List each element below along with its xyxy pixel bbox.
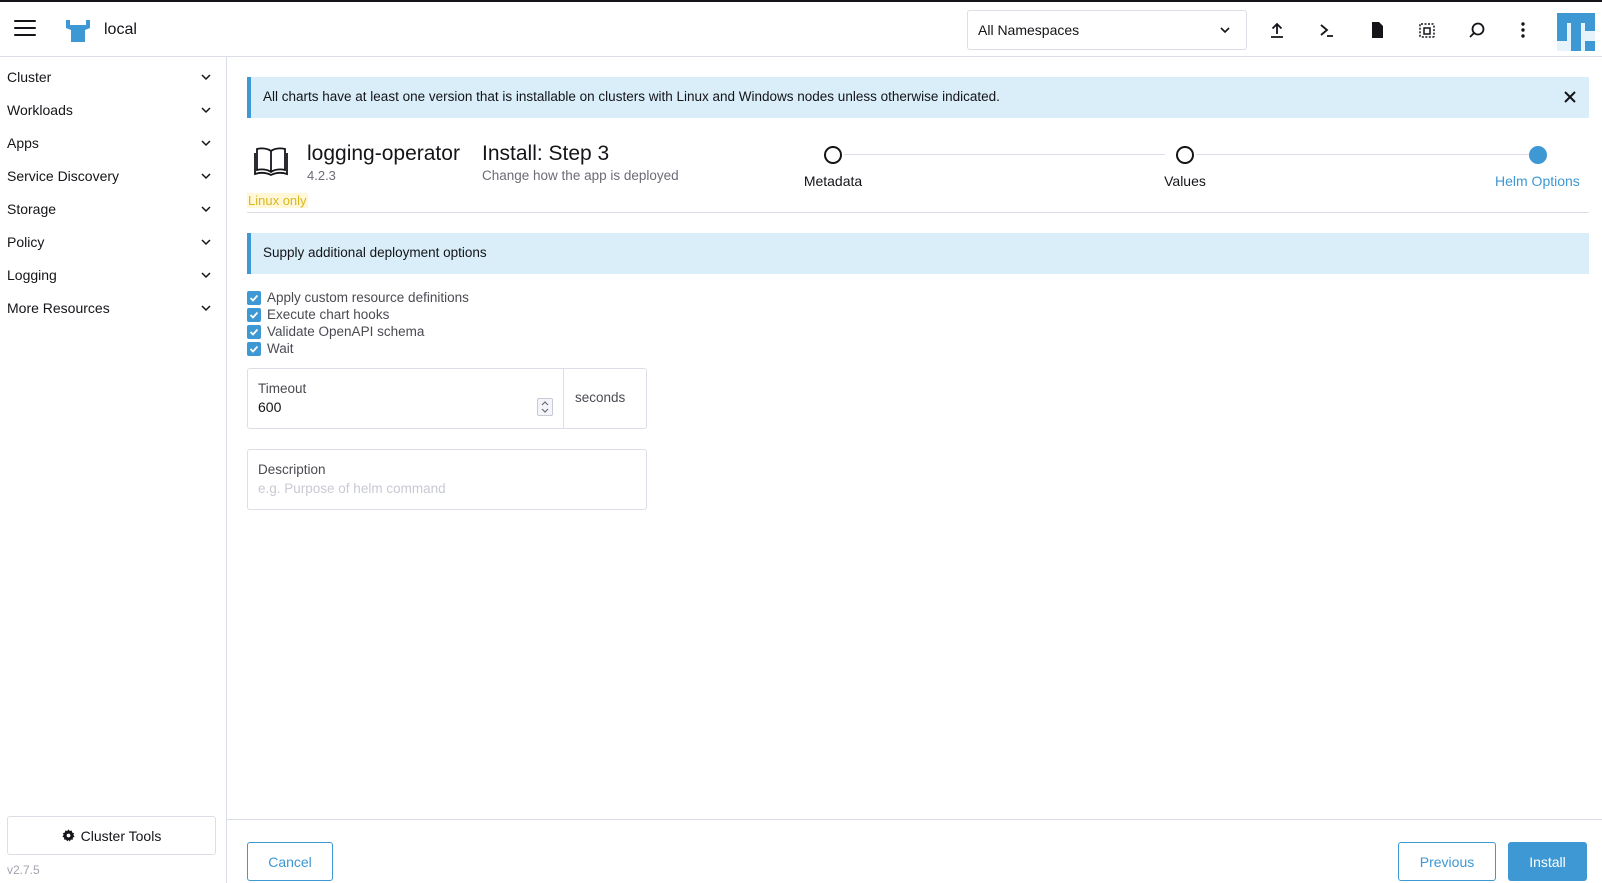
search-icon (1469, 22, 1485, 38)
sidebar-item-label: Workloads (7, 102, 73, 118)
chevron-down-icon (201, 173, 211, 180)
checkbox-label: Execute chart hooks (267, 307, 390, 322)
cluster-logo-icon (66, 20, 90, 42)
import-yaml-button[interactable] (1263, 16, 1291, 44)
sidebar-item-label: Apps (7, 135, 39, 151)
sidebar-item-more-resources[interactable]: More Resources (0, 291, 226, 324)
step-metadata-dot[interactable] (824, 146, 842, 164)
chevron-down-icon (1220, 27, 1230, 34)
copy-icon (1419, 23, 1435, 38)
terminal-icon (1320, 24, 1333, 37)
chevron-down-icon (201, 206, 211, 213)
sidebar-item-policy[interactable]: Policy (0, 225, 226, 258)
top-header: local All Namespaces (0, 0, 1602, 57)
namespace-select-value: All Namespaces (978, 22, 1080, 38)
gear-icon (62, 829, 75, 842)
checkbox-execute-hooks[interactable]: Execute chart hooks (247, 306, 469, 323)
search-button[interactable] (1463, 16, 1491, 44)
step-values-label[interactable]: Values (1164, 173, 1206, 189)
checkbox-wait[interactable]: Wait (247, 340, 469, 357)
description-label: Description (258, 462, 326, 477)
sidebar-item-label: Logging (7, 267, 57, 283)
sidebar-item-service-discovery[interactable]: Service Discovery (0, 159, 226, 192)
kubectl-shell-button[interactable] (1313, 16, 1341, 44)
section-title: Supply additional deployment options (263, 245, 487, 260)
sidebar-item-label: Storage (7, 201, 57, 217)
timeout-field[interactable]: Timeout 600 seconds (247, 368, 647, 429)
timeout-input[interactable]: 600 (258, 399, 281, 415)
namespace-select[interactable]: All Namespaces (967, 10, 1247, 50)
chevron-down-icon (201, 74, 211, 81)
checkbox-checked-icon[interactable] (247, 290, 261, 305)
sidebar-item-label: Service Discovery (7, 168, 120, 184)
step-metadata-label[interactable]: Metadata (804, 173, 862, 189)
checkbox-checked-icon[interactable] (247, 307, 261, 322)
stepper-line (844, 154, 1165, 155)
description-input[interactable]: e.g. Purpose of helm command (258, 481, 446, 496)
header-divider (247, 212, 1589, 213)
upload-icon (1271, 22, 1283, 38)
chevron-down-icon (201, 305, 211, 312)
sidebar-item-label: Cluster (7, 69, 52, 85)
cluster-tools-label: Cluster Tools (80, 827, 162, 844)
timeout-unit: seconds (563, 369, 647, 428)
cluster-name[interactable]: local (104, 21, 137, 39)
stepper-line (1196, 154, 1530, 155)
chevron-down-icon (201, 272, 211, 279)
checkbox-label: Apply custom resource definitions (267, 290, 469, 305)
chart-version: 4.2.3 (307, 168, 336, 183)
step-title: Install: Step 3 (482, 142, 610, 165)
sidebar-item-logging[interactable]: Logging (0, 258, 226, 291)
user-avatar[interactable] (1557, 13, 1595, 51)
checkbox-validate-schema[interactable]: Validate OpenAPI schema (247, 323, 469, 340)
copy-kubeconfig-button[interactable] (1413, 16, 1441, 44)
close-icon[interactable] (1561, 88, 1579, 106)
download-kubeconfig-button[interactable] (1363, 16, 1391, 44)
menu-icon[interactable] (14, 20, 36, 38)
sidebar-item-workloads[interactable]: Workloads (0, 93, 226, 126)
chevron-down-icon (201, 107, 211, 114)
checkbox-checked-icon[interactable] (247, 341, 261, 356)
deployment-options: Apply custom resource definitions Execut… (247, 289, 469, 357)
sidebar-item-label: More Resources (7, 300, 110, 316)
file-icon (1372, 22, 1383, 38)
step-helm-options-label[interactable]: Helm Options (1495, 173, 1580, 189)
sidebar-item-label: Policy (7, 234, 45, 250)
info-banner-text: All charts have at least one version tha… (263, 89, 1000, 104)
chevron-down-icon (201, 239, 211, 246)
sidebar-item-storage[interactable]: Storage (0, 192, 226, 225)
more-actions-button[interactable] (1509, 16, 1537, 44)
number-stepper[interactable] (537, 398, 553, 416)
cancel-button[interactable]: Cancel (247, 842, 333, 881)
checkbox-checked-icon[interactable] (247, 324, 261, 339)
os-badge: Linux only (247, 193, 308, 208)
sidebar-item-cluster[interactable]: Cluster (0, 60, 226, 93)
checkbox-label: Validate OpenAPI schema (267, 324, 425, 339)
sidebar: Cluster Workloads Apps Service Discovery… (0, 57, 227, 883)
kebab-menu-icon (1521, 22, 1525, 38)
install-button[interactable]: Install (1508, 842, 1587, 881)
cluster-tools-button[interactable]: Cluster Tools (7, 816, 216, 855)
book-icon (254, 147, 288, 177)
description-field[interactable]: Description e.g. Purpose of helm command (247, 449, 647, 510)
checkbox-apply-crds[interactable]: Apply custom resource definitions (247, 289, 469, 306)
app-version: v2.7.5 (7, 863, 40, 877)
step-values-dot[interactable] (1176, 146, 1194, 164)
info-banner: All charts have at least one version tha… (247, 77, 1589, 118)
chevron-down-icon (201, 140, 211, 147)
step-subtitle: Change how the app is deployed (482, 168, 679, 183)
previous-button[interactable]: Previous (1398, 842, 1496, 881)
step-helm-options-dot[interactable] (1529, 146, 1547, 164)
sidebar-item-apps[interactable]: Apps (0, 126, 226, 159)
footer-actions: Cancel Previous Install (227, 819, 1602, 883)
chart-name: logging-operator (307, 142, 460, 165)
checkbox-label: Wait (267, 341, 294, 356)
section-banner: Supply additional deployment options (247, 233, 1589, 274)
timeout-label: Timeout (258, 381, 307, 396)
